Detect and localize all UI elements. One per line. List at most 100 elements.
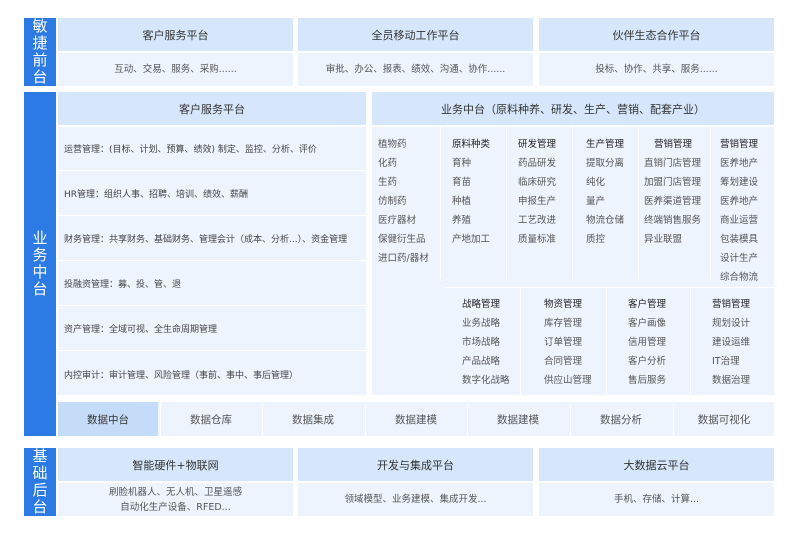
left-list-item-2: HR管理：组织人事、招聘、培训、绩效、薪酬 [58, 172, 366, 216]
data-bar-item-5: 数据建模 [497, 413, 539, 426]
top-column-item: 育苗 [452, 177, 472, 188]
top-column-item: 医养地产 [720, 196, 759, 207]
front-side-label: 敏 捷 前 台 [24, 18, 56, 86]
left-list-item-5: 资产管理：全域可视、全生命周期管理 [58, 307, 366, 351]
divider [710, 127, 711, 279]
divider [467, 402, 468, 436]
data-bar-item-1: 数据中台 [58, 402, 158, 436]
top-column-title: 原料种类 [452, 139, 491, 150]
top-column-item: 医养地产 [720, 158, 759, 169]
top-column-item: 终端销售服务 [644, 215, 702, 226]
bottom-column-item: 订单管理 [544, 337, 583, 348]
data-bar-item-3: 数据集成 [292, 413, 334, 426]
divider [506, 127, 507, 279]
bottom-column-item: 供应山管理 [544, 375, 592, 386]
divider [440, 127, 441, 279]
bottom-column-item: 市场战略 [462, 337, 501, 348]
bottom-column-item: 业务战略 [462, 318, 501, 329]
bottom-column-item: 库存管理 [544, 318, 583, 329]
bottom-column-item: 建设运维 [712, 337, 751, 348]
top-column-title: 营销管理 [720, 139, 759, 150]
left-list-item-1: 运营管理：(目标、计划、预算、绩效) 制定、监控、分析、评价 [58, 127, 366, 171]
bottom-column-item: 客户画像 [628, 318, 667, 329]
category-item: 仿制药 [378, 196, 407, 207]
bottom-column-item: 数字化战略 [462, 375, 510, 386]
base-platform-desc-1: 刷脸机器人、无人机、卫星遥感 自动化生产设备、RFED... [58, 483, 293, 516]
top-column-5: 营销管理 医养地产 筹划建设 医养地产 商业运营 包装模具 设计生产 综合物流 [720, 135, 758, 287]
base-platform-desc-3: 手机、存储、计算... [539, 483, 774, 516]
top-column-item: 药品研发 [518, 158, 557, 169]
bottom-column-item: IT治理 [712, 356, 740, 367]
bottom-column-item: 规划设计 [712, 318, 751, 329]
bottom-column-3: 客户管理 客户画像 信用管理 客户分析 售后服务 [628, 295, 666, 390]
category-item: 保健衍生品 [378, 234, 426, 245]
business-right-panel: 植物药 化药 生药 仿制药 医疗器材 保健衍生品 进口药/器材 原料种类 育种 … [372, 127, 774, 395]
bottom-column-item: 信用管理 [628, 337, 667, 348]
top-column-title: 研发管理 [518, 139, 557, 150]
left-list-item-6: 内控审计：审计管理、风险管理（事前、事中、事后管理） [64, 370, 299, 381]
front-platform-desc-1: 互动、交易、服务、采购...... [58, 53, 293, 86]
bottom-column-item: 客户分析 [628, 356, 667, 367]
base-platform-title-2: 开发与集成平台 [298, 448, 533, 481]
category-column: 植物药 化药 生药 仿制药 医疗器材 保健衍生品 进口药/器材 [378, 135, 429, 268]
top-column-item: 质控 [586, 234, 606, 245]
top-column-item: 产地加工 [452, 234, 491, 245]
category-item: 医疗器材 [378, 215, 417, 226]
bottom-column-title: 物资管理 [544, 299, 583, 310]
top-column-title: 生产管理 [586, 139, 625, 150]
top-column-title: 营销管理 [654, 139, 693, 150]
bottom-column-title: 战略管理 [462, 299, 501, 310]
top-column-item: 种植 [452, 196, 472, 207]
top-column-1: 原料种类 育种 育苗 种植 养殖 产地加工 [452, 135, 490, 249]
front-platform-desc-3: 投标、协作、共享、服务...... [539, 53, 774, 86]
divider [673, 402, 674, 436]
business-left-title: 客户服务平台 [58, 92, 366, 125]
bottom-column-1: 战略管理 业务战略 市场战略 产品战略 数字化战略 [462, 295, 510, 390]
divider [690, 288, 691, 395]
top-column-item: 直销门店管理 [644, 158, 702, 169]
base-platform-title-3: 大数据云平台 [539, 448, 774, 481]
left-list-item-4: 投融资管理：募、投、管、退 [58, 262, 366, 306]
top-column-item: 育种 [452, 158, 472, 169]
top-column-2: 研发管理 药品研发 临床研究 申报生产 工艺改进 质量标准 [518, 135, 556, 249]
business-side-label: 业 务 中 台 [24, 92, 56, 436]
top-column-item: 医养渠道管理 [644, 196, 702, 207]
bottom-column-item: 售后服务 [628, 375, 667, 386]
divider [570, 402, 571, 436]
base-platform-title-1: 智能硬件+物联网 [58, 448, 293, 481]
divider [520, 288, 521, 395]
bottom-column-item: 合同管理 [544, 356, 583, 367]
top-column-item: 质量标准 [518, 234, 557, 245]
data-bar-item-2: 数据仓库 [190, 413, 232, 426]
top-column-item: 加盟门店管理 [644, 177, 702, 188]
category-item: 化药 [378, 158, 398, 169]
data-bar-item-7: 数据可视化 [697, 413, 751, 426]
bottom-column-item: 数据治理 [712, 375, 751, 386]
divider [262, 402, 263, 436]
top-column-item: 临床研究 [518, 177, 557, 188]
data-bar-item-6: 数据分析 [600, 413, 642, 426]
top-column-item: 商业运营 [720, 215, 759, 226]
bottom-column-2: 物资管理 库存管理 订单管理 合同管理 供应山管理 [544, 295, 592, 390]
category-item: 进口药/器材 [378, 253, 429, 264]
top-column-item: 筹划建设 [720, 177, 759, 188]
bottom-column-title: 客户管理 [628, 299, 667, 310]
data-bar: 数据中台 数据仓库 数据集成 数据建模 数据建模 数据分析 数据可视化 [58, 402, 774, 436]
top-column-4: 营销管理 直销门店管理 加盟门店管理 医养渠道管理 终端销售服务 异业联盟 [644, 135, 701, 249]
divider [606, 288, 607, 395]
top-column-item: 量产 [586, 196, 606, 207]
base-side-label: 基 础 后 台 [24, 448, 56, 516]
front-platform-title-2: 全员移动工作平台 [298, 18, 533, 51]
top-column-item: 综合物流 [720, 272, 759, 283]
bottom-column-item: 产品战略 [462, 356, 501, 367]
business-right-title: 业务中台（原料种养、研发、生产、营销、配套产业） [372, 92, 774, 125]
divider [444, 287, 774, 288]
category-item: 生药 [378, 177, 398, 188]
divider [160, 402, 161, 436]
business-left-list: 运营管理：(目标、计划、预算、绩效) 制定、监控、分析、评价 HR管理：组织人事… [58, 127, 366, 395]
left-list-item-3: 财务管理：共享财务、基础财务、管理会计（成本、分析...）、资金管理 [58, 217, 366, 261]
bottom-column-title: 营销管理 [712, 299, 751, 310]
divider [638, 127, 639, 279]
front-platform-desc-2: 审批、办公、报表、绩效、沟通、协作...... [298, 53, 533, 86]
divider [365, 402, 366, 436]
